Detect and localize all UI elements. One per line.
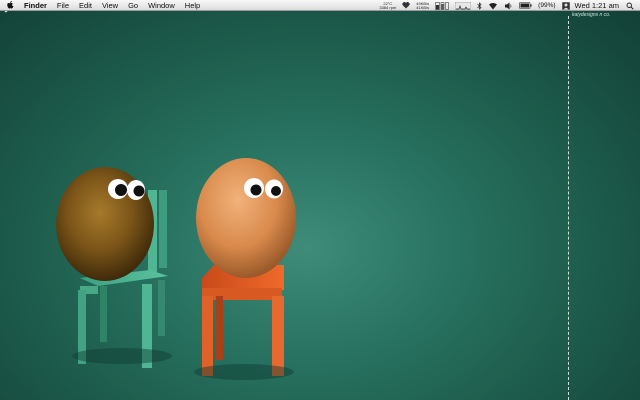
menu-file[interactable]: File (57, 0, 69, 11)
dotted-guide-line (568, 16, 569, 400)
kiwi-character (56, 167, 154, 281)
volume-icon[interactable] (504, 0, 513, 11)
menu-bar: Finder File Edit View Go Window Help 22°… (0, 0, 640, 11)
network-status[interactable]: 49KB/s 41KB/s (416, 1, 430, 10)
egg-character (196, 158, 296, 278)
battery-icon[interactable] (519, 0, 532, 11)
menu-view[interactable]: View (102, 0, 118, 11)
menu-window[interactable]: Window (148, 0, 175, 11)
wallpaper-watermark: kaiydesigns n co. (572, 12, 611, 18)
bluetooth-icon[interactable] (477, 0, 482, 11)
wallpaper-art (56, 158, 296, 380)
fan-readout: 3384 rpm (379, 4, 397, 10)
menu-finder[interactable]: Finder (24, 0, 47, 11)
battery-percent[interactable]: (99%) (538, 0, 555, 11)
user-account-icon[interactable] (561, 0, 570, 11)
weather-status[interactable]: 22°C 3384 rpm (379, 1, 397, 10)
menu-edit[interactable]: Edit (79, 0, 92, 11)
menubar-clock[interactable]: Wed 1:21 am (575, 1, 619, 10)
wifi-icon[interactable] (488, 0, 498, 11)
download-rate: 41KB/s (416, 4, 430, 10)
heart-icon[interactable] (402, 0, 410, 11)
desktop-wallpaper: kaiydesigns n co. (0, 0, 640, 400)
cpu-graph-icon[interactable] (455, 0, 472, 11)
spotlight-search-icon[interactable] (626, 0, 634, 11)
menu-go[interactable]: Go (128, 0, 138, 11)
orange-chair (194, 265, 294, 380)
menu-help[interactable]: Help (185, 0, 200, 11)
memory-meter-icon[interactable] (435, 0, 449, 11)
apple-menu-icon[interactable] (6, 1, 14, 10)
